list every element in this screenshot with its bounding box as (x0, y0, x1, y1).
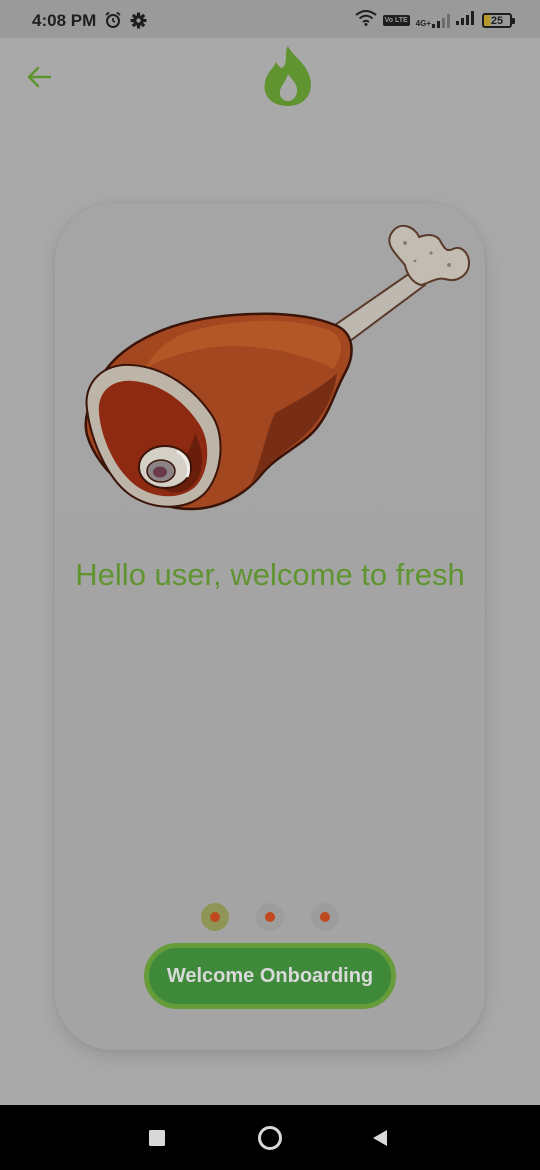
welcome-message: Hello user, welcome to fresh (75, 557, 465, 592)
battery-level: 25 (490, 14, 504, 27)
system-nav-bar (0, 1105, 540, 1170)
page-dot-core (210, 912, 220, 922)
chicken-leg-illustration (65, 213, 485, 538)
status-time: 4:08 PM (32, 11, 97, 30)
arrow-left-icon (27, 66, 52, 88)
battery-icon: 25 (482, 13, 515, 28)
status-right-icons: Vo LTE 4G+ 25 (354, 10, 515, 31)
status-bar: 4:08 PM Vo LTE 4G+ 25 (0, 0, 540, 38)
back-button[interactable] (22, 60, 56, 94)
back-triangle-icon[interactable] (370, 1128, 390, 1153)
onboarding-screen: 4:08 PM Vo LTE 4G+ 25 Hello user, welcom… (0, 0, 540, 1170)
alarm-icon (104, 11, 122, 34)
welcome-onboarding-button[interactable]: Welcome Onboarding (144, 943, 396, 1009)
signal-4g-icon: 4G+ (415, 13, 450, 28)
status-left-icons (104, 11, 147, 34)
onboarding-card: Hello user, welcome to fresh Welcome Onb… (55, 203, 485, 1050)
page-dot-core (320, 912, 330, 922)
recents-square-icon[interactable] (148, 1129, 166, 1152)
page-dot-core (265, 912, 275, 922)
network-type-label: 4G+ (415, 18, 431, 28)
gear-icon (130, 12, 147, 34)
page-dot-2[interactable] (256, 903, 284, 931)
page-dot-3[interactable] (311, 903, 339, 931)
signal-icon (456, 11, 476, 30)
flame-logo-icon (262, 44, 314, 108)
wifi-icon (354, 10, 377, 31)
page-dot-1[interactable] (201, 903, 229, 931)
page-indicator (55, 903, 485, 931)
volte-icon: Vo LTE (382, 15, 410, 26)
home-circle-icon[interactable] (257, 1125, 283, 1156)
